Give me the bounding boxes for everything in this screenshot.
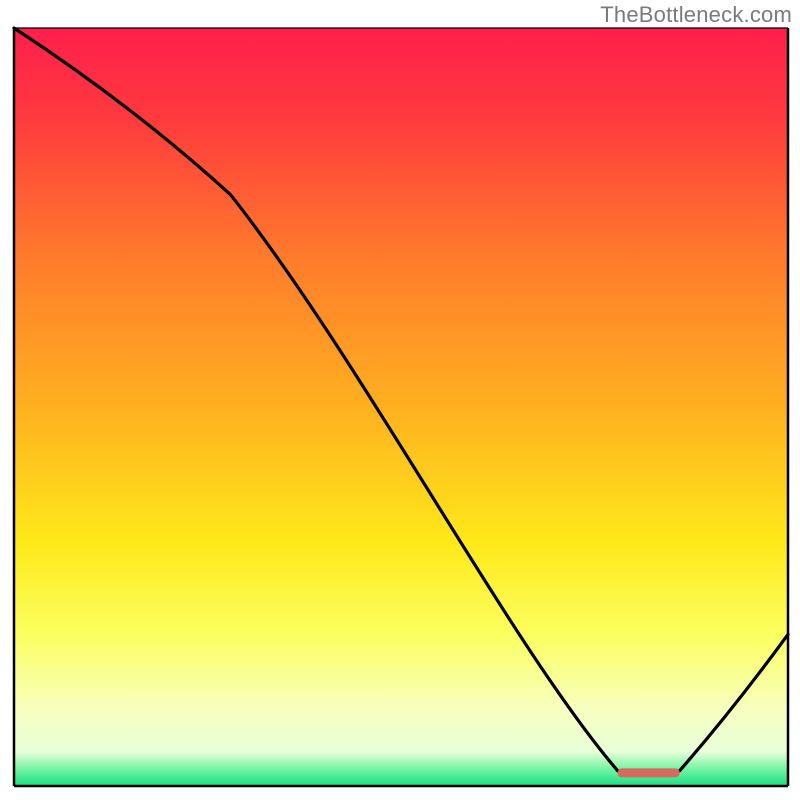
chart-container: TheBottleneck.com <box>0 0 800 800</box>
attribution-label: TheBottleneck.com <box>600 2 792 28</box>
optimal-range-marker <box>618 768 680 777</box>
plot-area <box>14 28 788 786</box>
bottleneck-chart <box>0 0 800 800</box>
